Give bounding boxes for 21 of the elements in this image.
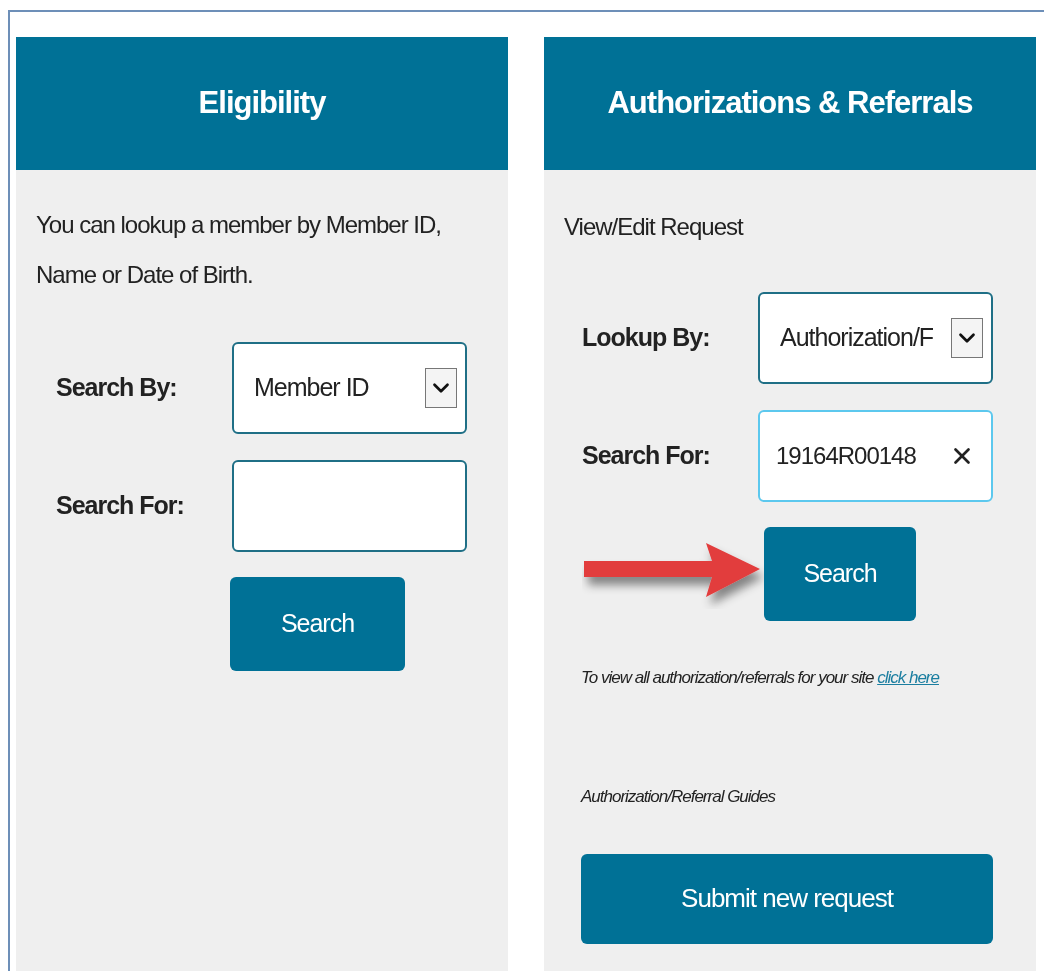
dropdown-field[interactable]: Authorization/F (758, 292, 993, 384)
field-label: Search By: (56, 372, 178, 404)
field-label: Search For: (56, 490, 185, 522)
field-label: Search For: (582, 440, 711, 472)
dropdown-value: Member ID (254, 372, 369, 404)
search-field[interactable] (232, 460, 467, 552)
view-all-text: To view all authorization/referrals for your site click here (580, 667, 941, 689)
panel-title: Eligibility (198, 84, 326, 123)
click-here-link[interactable]: click here (877, 668, 939, 687)
search-button[interactable]: Search (764, 527, 916, 621)
intro-text: You can lookup a member by Member ID, Name or Date of Birth. (35, 210, 442, 290)
panel-title: Authorizations & Referrals (607, 84, 973, 123)
guides-text: Authorization/Referral Guides (579, 786, 777, 808)
search-value: 19164R00148 (776, 441, 916, 471)
dropdown-value: Authorization/F (780, 322, 934, 354)
dropdown-field[interactable]: Member ID (232, 342, 467, 434)
intro-text: View/Edit Request (563, 212, 745, 242)
submit-request-button[interactable]: Submit new request (581, 853, 993, 944)
search-field[interactable]: 19164R00148 (758, 410, 993, 502)
field-label: Lookup By: (582, 322, 711, 354)
search-button[interactable]: Search (230, 577, 405, 671)
